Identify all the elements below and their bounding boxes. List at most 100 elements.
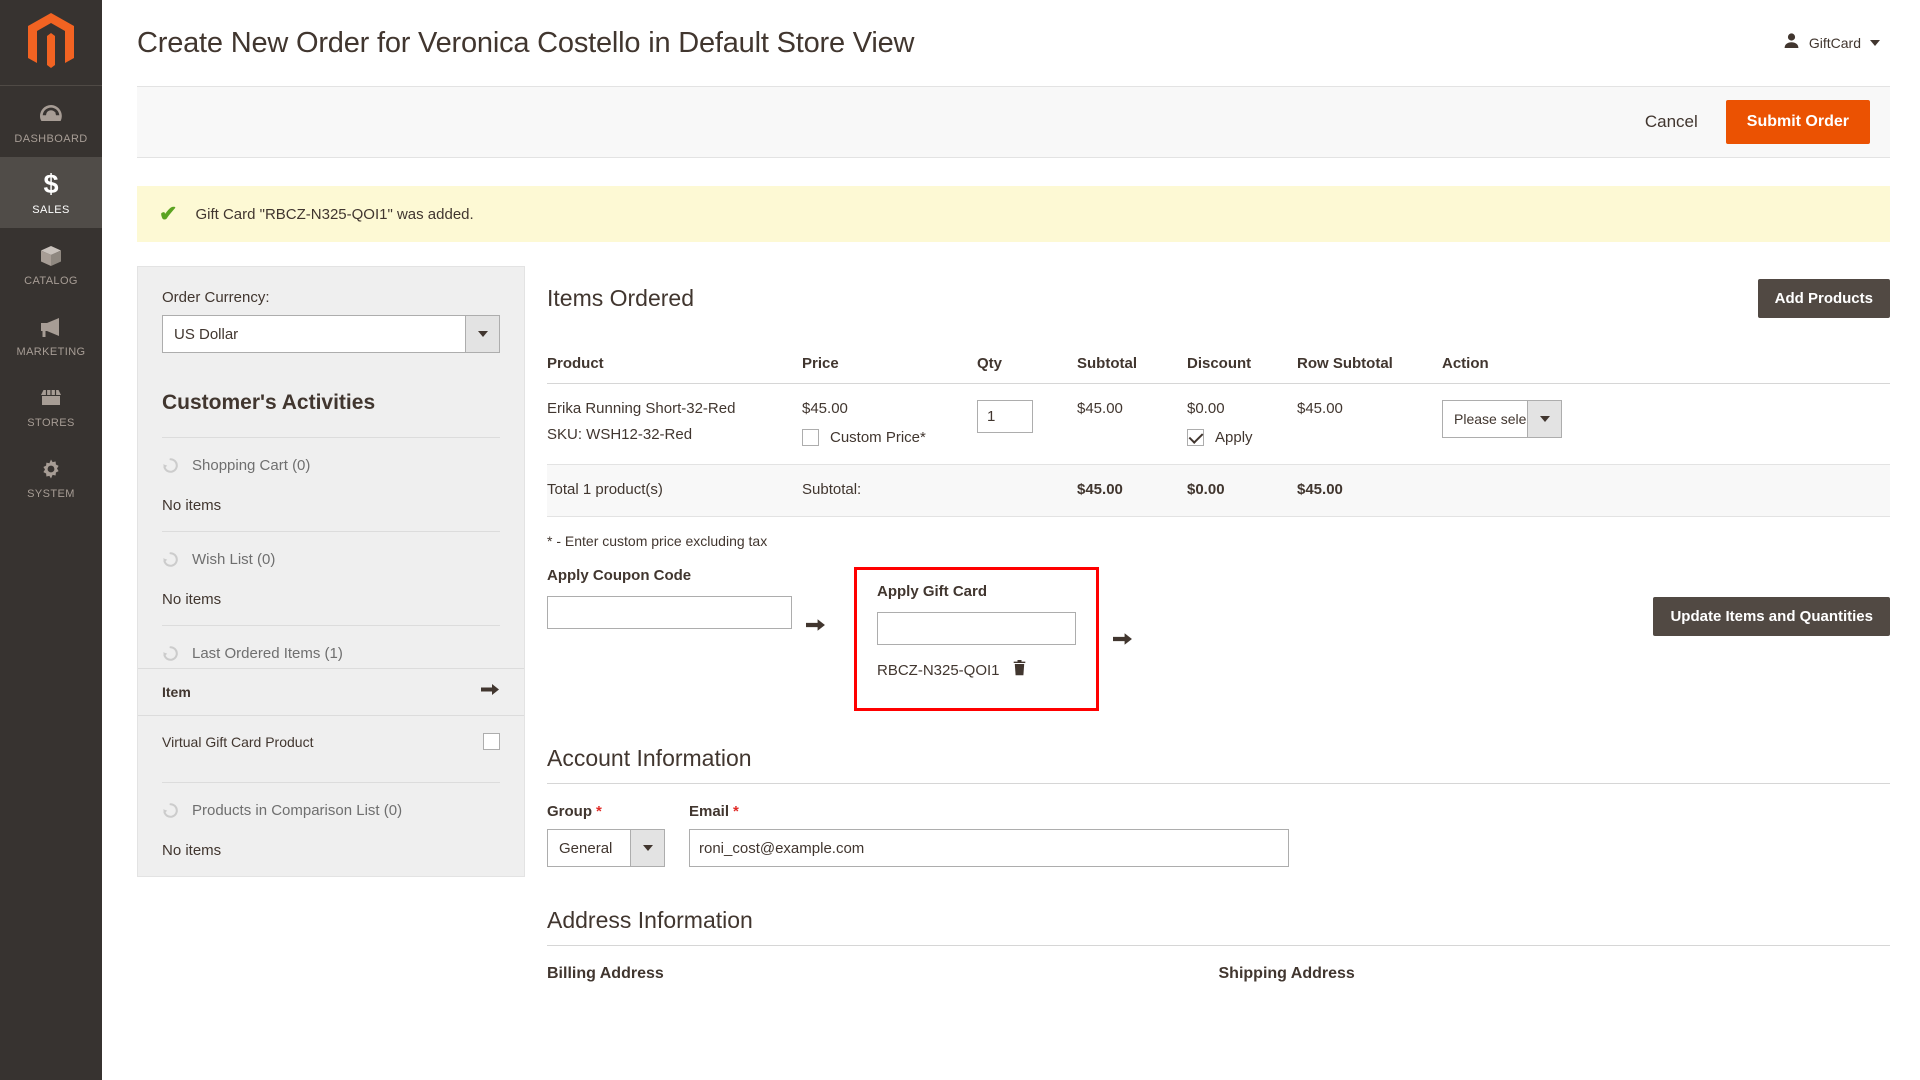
custom-price-control: Custom Price* <box>802 429 977 447</box>
activity-name: Shopping Cart (0) <box>192 457 311 474</box>
sidebar-item-system[interactable]: SYSTEM <box>0 441 102 512</box>
order-currency-select[interactable]: US Dollar <box>162 315 500 353</box>
cancel-button[interactable]: Cancel <box>1635 106 1708 138</box>
cell-product: Erika Running Short-32-Red SKU: WSH12-32… <box>547 383 802 466</box>
refresh-icon[interactable] <box>162 802 179 819</box>
activity-name: Last Ordered Items (1) <box>192 645 343 662</box>
applied-giftcard-row: RBCZ-N325-QOI1 <box>877 660 1076 680</box>
row-action-select[interactable]: Please select <box>1442 400 1562 439</box>
order-currency-label: Order Currency: <box>162 289 270 306</box>
sidebar-item-label: SALES <box>32 203 70 216</box>
activity-header[interactable]: Products in Comparison List (0) <box>162 802 500 819</box>
sidebar-item-stores[interactable]: STORES <box>0 370 102 441</box>
activity-header[interactable]: Shopping Cart (0) <box>162 457 500 474</box>
items-ordered-table: Product Price Qty Subtotal Discount Row … <box>547 345 1890 518</box>
price-value: $45.00 <box>802 400 848 418</box>
column-header-product: Product <box>547 345 802 385</box>
item-select-checkbox[interactable] <box>483 733 500 750</box>
email-input[interactable] <box>689 829 1289 868</box>
sidebar-item-label: STORES <box>27 416 75 429</box>
custom-price-label: Custom Price* <box>830 429 926 447</box>
update-items-area: Update Items and Quantities <box>1133 567 1890 637</box>
trash-icon[interactable] <box>1013 660 1026 680</box>
order-sidebar: Order Currency: US Dollar Customer's Act… <box>137 266 525 877</box>
activity-empty-text: No items <box>162 591 222 608</box>
box-icon <box>36 241 66 271</box>
group-field: Group * General <box>547 803 665 868</box>
order-main-panel: Items Ordered Add Products Product Price… <box>547 266 1890 983</box>
cell-action: Please select <box>1442 383 1890 466</box>
chevron-down-icon <box>465 316 499 352</box>
items-ordered-title: Items Ordered <box>547 285 694 312</box>
activity-shopping-cart: Shopping Cart (0) No items <box>162 437 500 531</box>
apply-discount-control: Apply <box>1187 429 1297 447</box>
apply-giftcard-block: Apply Gift Card RBCZ-N325-QOI1 <box>854 567 1099 712</box>
sidebar-item-dashboard[interactable]: DASHBOARD <box>0 86 102 157</box>
account-information-section: Account Information Group * General Emai… <box>547 745 1890 868</box>
add-to-order-arrow-icon[interactable] <box>481 682 500 702</box>
column-header-discount: Discount <box>1187 345 1297 385</box>
product-sku: SKU: WSH12-32-Red <box>547 426 693 444</box>
megaphone-icon <box>36 312 66 342</box>
address-information-title: Address Information <box>547 907 1890 947</box>
coupon-code-input[interactable] <box>547 596 792 630</box>
coupon-input-row <box>547 596 792 630</box>
activity-header[interactable]: Last Ordered Items (1) <box>162 645 500 662</box>
customer-activities-title: Customer's Activities <box>162 391 376 414</box>
magento-logo[interactable] <box>0 0 102 86</box>
group-select[interactable]: General <box>547 829 665 868</box>
add-products-button[interactable]: Add Products <box>1757 279 1890 319</box>
sidebar-item-sales[interactable]: $ SALES <box>0 157 102 228</box>
sidebar-item-label: CATALOG <box>24 274 78 287</box>
last-ordered-item-row: Virtual Gift Card Product <box>162 716 500 750</box>
sidebar-item-marketing[interactable]: MARKETING <box>0 299 102 370</box>
apply-coupon-title: Apply Coupon Code <box>547 567 692 585</box>
address-columns: Billing Address Shipping Address <box>547 965 1890 983</box>
account-information-title: Account Information <box>547 745 1890 785</box>
column-header-qty: Qty <box>977 345 1077 385</box>
sidebar-item-label: DASHBOARD <box>14 132 88 145</box>
totals-discount: $0.00 <box>1187 464 1297 518</box>
column-header-subtotal: Subtotal <box>1077 345 1187 385</box>
apply-coupon-block: Apply Coupon Code <box>547 567 792 630</box>
column-header-row-subtotal: Row Subtotal <box>1297 345 1442 385</box>
qty-input[interactable] <box>977 400 1033 434</box>
totals-count: Total 1 product(s) <box>547 464 802 518</box>
discount-value: $0.00 <box>1187 400 1225 418</box>
update-items-and-quantities-button[interactable]: Update Items and Quantities <box>1653 597 1890 637</box>
required-marker: * <box>733 803 739 821</box>
table-header-row: Product Price Qty Subtotal Discount Row … <box>547 345 1890 385</box>
applied-giftcard-code: RBCZ-N325-QOI1 <box>877 661 1000 679</box>
email-field: Email * <box>689 803 1289 868</box>
custom-price-checkbox[interactable] <box>802 429 819 447</box>
user-name: GiftCard <box>1808 35 1861 51</box>
submit-order-button[interactable]: Submit Order <box>1725 100 1870 144</box>
shipping-address-title: Shipping Address <box>1218 965 1355 983</box>
activity-name: Wish List (0) <box>192 551 276 568</box>
product-name: Erika Running Short-32-Red <box>547 400 736 418</box>
sidebar-item-label: SYSTEM <box>27 487 75 500</box>
cell-subtotal: $45.00 <box>1077 383 1187 466</box>
group-value: General <box>559 839 613 857</box>
admin-page: DASHBOARD $ SALES CATALOG MARKETING STOR… <box>0 0 1920 1080</box>
page-title: Create New Order for Veronica Costello i… <box>137 26 915 59</box>
sidebar-item-catalog[interactable]: CATALOG <box>0 228 102 299</box>
totals-row: Total 1 product(s) Subtotal: $45.00 $0.0… <box>547 464 1890 518</box>
storefront-icon <box>36 383 66 413</box>
refresh-icon[interactable] <box>162 645 179 662</box>
activity-empty-text: No items <box>162 842 222 859</box>
refresh-icon[interactable] <box>162 457 179 474</box>
apply-coupon-submit[interactable] <box>806 608 826 641</box>
activity-empty-text: No items <box>162 497 222 514</box>
user-menu[interactable]: GiftCard <box>1783 32 1890 54</box>
activity-header[interactable]: Wish List (0) <box>162 551 500 568</box>
apply-discount-checkbox[interactable] <box>1187 429 1204 447</box>
giftcard-code-input[interactable] <box>877 612 1076 646</box>
apply-giftcard-submit[interactable] <box>1113 622 1133 655</box>
column-header-price: Price <box>802 345 977 385</box>
dollar-icon: $ <box>43 169 59 199</box>
cell-discount: $0.00 Apply <box>1187 383 1297 466</box>
refresh-icon[interactable] <box>162 551 179 568</box>
required-marker: * <box>596 803 602 821</box>
sidebar-item-label: MARKETING <box>16 345 86 358</box>
